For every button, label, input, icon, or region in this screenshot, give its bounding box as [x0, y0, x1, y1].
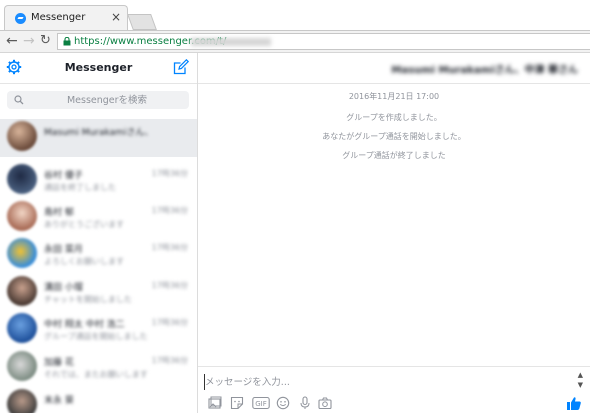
browser-tab[interactable]: Messenger × — [4, 5, 128, 31]
sidebar-header: Messenger — [0, 53, 197, 84]
conversation-item[interactable]: 中村 翔太 中村 浩二 グループ通話を開始しました 17時36分 — [0, 311, 197, 349]
conversation-time: 17時36分 — [151, 169, 188, 178]
messenger-favicon-icon — [15, 13, 26, 24]
conversation-item[interactable]: 末永 葵 — [0, 387, 197, 413]
sticker-icon[interactable] — [230, 396, 244, 410]
compose-icon[interactable] — [173, 59, 189, 75]
conversation-snippet: よろしくお願いします — [44, 257, 124, 266]
conversation-time: 17時36分 — [151, 243, 188, 252]
gif-label: GIF — [255, 400, 267, 408]
reload-button[interactable]: ↻ — [40, 33, 51, 49]
thread-title[interactable]: Masumi Murakamiさん、中津 華さん — [391, 61, 578, 76]
conversation-name: 末永 葵 — [44, 396, 74, 406]
conversation-name: 溝田 小瑠 — [44, 283, 83, 293]
avatar — [7, 121, 37, 151]
conversation-snippet: ありがとうございます — [44, 220, 124, 229]
search-icon — [14, 95, 24, 105]
system-message: あなたがグループ通話を開始しました。 — [322, 132, 466, 141]
new-tab-button[interactable] — [127, 14, 157, 30]
conversation-item[interactable]: 島村 郁 ありがとうございます 17時36分 — [0, 199, 197, 237]
avatar — [7, 201, 37, 231]
conversation-name: 加藤 花 — [44, 358, 74, 368]
system-message: グループを作成しました。 — [346, 113, 442, 122]
conversation-name: 永田 菜月 — [44, 245, 83, 255]
url-redacted — [191, 38, 271, 46]
conversation-name: 島村 郁 — [44, 208, 74, 218]
microphone-icon[interactable] — [298, 396, 312, 410]
conversation-name: 谷村 優子 — [44, 171, 83, 181]
conversation-item[interactable]: 溝田 小瑠 チャットを開始しました 17時36分 — [0, 274, 197, 312]
tab-title: Messenger — [31, 12, 86, 23]
scroll-down-button[interactable]: ▼ — [578, 381, 583, 389]
avatar — [7, 313, 37, 343]
lock-icon — [63, 37, 71, 46]
conversation-snippet: グループ通話を開始しました — [44, 332, 148, 341]
conversation-name: Masumi Murakamiさん、 — [44, 128, 154, 138]
gif-icon[interactable]: GIF — [252, 396, 270, 410]
emoji-icon[interactable] — [276, 396, 290, 410]
conversation-snippet: チャットを開始しました — [44, 295, 132, 304]
search-box[interactable] — [7, 91, 189, 109]
thumbs-up-icon[interactable] — [566, 395, 582, 411]
conversation-item[interactable]: Masumi Murakamiさん、 — [0, 119, 197, 157]
forward-button[interactable]: → — [23, 33, 35, 49]
conversation-item[interactable]: 永田 菜月 よろしくお願いします 17時36分 — [0, 236, 197, 274]
avatar — [7, 389, 37, 413]
image-icon[interactable] — [208, 396, 222, 410]
conversation-snippet: 通話を終了しました — [44, 183, 116, 192]
conversation-item[interactable]: 加藤 花 それでは、またお願いします 17時36分 — [0, 349, 197, 387]
conversation-time: 17時36分 — [151, 318, 188, 327]
avatar — [7, 276, 37, 306]
conversation-name: 中村 翔太 中村 浩二 — [44, 320, 125, 330]
avatar — [7, 164, 37, 194]
conversation-time: 17時36分 — [151, 356, 188, 365]
thread-panel: Masumi Murakamiさん、中津 華さん 2016年11月21日 17:… — [198, 53, 590, 413]
avatar — [7, 351, 37, 381]
thread-timestamp: 2016年11月21日 17:00 — [348, 92, 440, 101]
app-title: Messenger — [64, 61, 133, 74]
camera-icon[interactable] — [318, 396, 332, 410]
conversation-sidebar: Messenger Masumi Murakamiさん、 谷村 優子 通話を終了… — [0, 53, 198, 413]
address-bar[interactable]: https://www.messenger.com/t/ — [57, 33, 590, 50]
browser-toolbar: ← → ↻ https://www.messenger.com/t/ — [0, 31, 590, 53]
conversation-list: Masumi Murakamiさん、 谷村 優子 通話を終了しました 17時36… — [0, 119, 197, 413]
conversation-item[interactable]: 谷村 優子 通話を終了しました 17時36分 — [0, 162, 197, 200]
tab-close-button[interactable]: × — [111, 10, 121, 24]
conversation-time: 17時36分 — [151, 281, 188, 290]
browser-tab-strip: Messenger × — [0, 0, 590, 31]
avatar — [7, 238, 37, 268]
thread-header: Masumi Murakamiさん、中津 華さん — [198, 53, 590, 84]
message-input[interactable] — [204, 374, 565, 390]
conversation-snippet: それでは、またお願いします — [44, 370, 148, 379]
back-button[interactable]: ← — [6, 33, 18, 49]
search-input[interactable] — [27, 91, 187, 109]
system-message: グループ通話が終了しました — [342, 151, 446, 160]
scroll-up-button[interactable]: ▲ — [578, 371, 583, 379]
message-composer: ▲ ▼ GIF — [198, 366, 590, 414]
conversation-time: 17時36分 — [151, 206, 188, 215]
